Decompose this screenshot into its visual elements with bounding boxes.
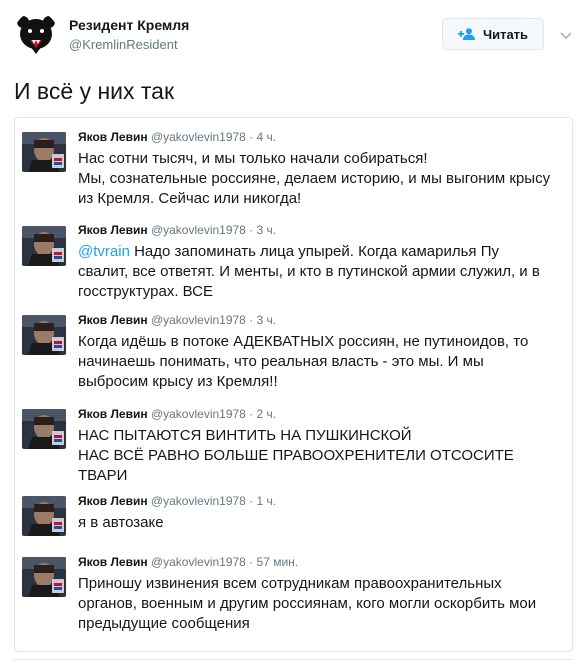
- text-line: Мы, сознательные россияне, делаем истори…: [78, 170, 551, 187]
- quoted-tweet-header: Яков Левин @yakovlevin1978 · 3 ч.: [78, 313, 276, 327]
- text-line: НАС ВСЁ РАВНО БОЛЬШЕ ПРАВООХРЕНИТЕЛИ ОТС…: [78, 447, 514, 464]
- quoted-author-name[interactable]: Яков Левин: [78, 223, 148, 237]
- separator-dot: ·: [249, 555, 254, 569]
- quoted-author-handle[interactable]: @yakovlevin1978: [151, 407, 246, 421]
- quoted-author-name[interactable]: Яков Левин: [78, 555, 148, 569]
- quoted-avatar[interactable]: [22, 315, 66, 355]
- quoted-author-name[interactable]: Яков Левин: [78, 494, 148, 508]
- separator-dot: ·: [249, 407, 254, 421]
- text-fragment: Надо запоминать лица упырей. Когда камар…: [129, 243, 499, 260]
- quoted-author-name[interactable]: Яков Левин: [78, 313, 148, 327]
- text-line: предыдущие сообщения: [78, 615, 250, 632]
- quoted-timestamp[interactable]: 1 ч.: [257, 494, 277, 508]
- quoted-author-name[interactable]: Яков Левин: [78, 407, 148, 421]
- quoted-tweet-text: Приношу извинения всем сотрудникам право…: [78, 574, 563, 634]
- author-name[interactable]: Резидент Кремля: [69, 17, 189, 33]
- quoted-author-handle[interactable]: @yakovlevin1978: [151, 223, 246, 237]
- quoted-avatar[interactable]: [22, 496, 66, 536]
- follow-button[interactable]: Читать: [442, 18, 544, 50]
- quoted-avatar[interactable]: [22, 409, 66, 449]
- quoted-tweet-text: Нас сотни тысяч, и мы только начали соби…: [78, 149, 563, 209]
- quoted-tweets-card[interactable]: Яков Левин @yakovlevin1978 · 4 ч. Нас со…: [14, 117, 573, 652]
- text-line: начинаешь понимать, что реальная власть …: [78, 353, 484, 370]
- text-line: Приношу извинения всем сотрудникам право…: [78, 575, 502, 592]
- quoted-timestamp[interactable]: 2 ч.: [257, 407, 277, 421]
- separator-dot: ·: [249, 130, 254, 144]
- separator-dot: ·: [249, 494, 254, 508]
- quoted-tweet-text: я в автозаке: [78, 513, 563, 533]
- quoted-tweet-header: Яков Левин @yakovlevin1978 · 1 ч.: [78, 494, 276, 508]
- follow-button-label: Читать: [482, 26, 529, 42]
- quoted-timestamp[interactable]: 57 мин.: [257, 555, 299, 569]
- text-line: органов, военным и другим россиянам, ког…: [78, 595, 537, 612]
- separator-dot: ·: [249, 223, 254, 237]
- author-handle[interactable]: @KremlinResident: [69, 37, 178, 52]
- tweet-text: И всё у них так: [14, 78, 175, 104]
- text-line: Когда идёшь в потоке АДЕКВАТНЫХ россиян,…: [78, 333, 529, 350]
- chevron-down-icon[interactable]: [560, 28, 572, 40]
- text-line: ТВАРИ: [78, 467, 128, 484]
- quoted-timestamp[interactable]: 4 ч.: [257, 130, 277, 144]
- text-line: выбросим крысу из Кремля!!: [78, 373, 278, 390]
- text-line: НАС ПЫТАЮТСЯ ВИНТИТЬ НА ПУШКИНСКОЙ: [78, 427, 412, 444]
- text-line: из Кремля. Сейчас или никогда!: [78, 190, 302, 207]
- quoted-author-handle[interactable]: @yakovlevin1978: [151, 494, 246, 508]
- quoted-avatar[interactable]: [22, 557, 66, 597]
- quoted-author-handle[interactable]: @yakovlevin1978: [151, 130, 246, 144]
- quoted-timestamp[interactable]: 3 ч.: [257, 223, 277, 237]
- quoted-author-handle[interactable]: @yakovlevin1978: [151, 555, 246, 569]
- quoted-avatar[interactable]: [22, 132, 66, 172]
- text-line: @tvrain Надо запоминать лица упырей. Ког…: [78, 242, 563, 262]
- quoted-tweet-header: Яков Левин @yakovlevin1978 · 3 ч.: [78, 223, 276, 237]
- quoted-tweet-header: Яков Левин @yakovlevin1978 · 4 ч.: [78, 130, 276, 144]
- quoted-tweet-header: Яков Левин @yakovlevin1978 · 2 ч.: [78, 407, 276, 421]
- quoted-tweet-text: Когда идёшь в потоке АДЕКВАТНЫХ россиян,…: [78, 332, 563, 392]
- quoted-timestamp[interactable]: 3 ч.: [257, 313, 277, 327]
- quoted-author-handle[interactable]: @yakovlevin1978: [151, 313, 246, 327]
- text-line: госструктурах. ВСЕ: [78, 283, 213, 300]
- quoted-avatar[interactable]: [22, 226, 66, 266]
- text-line: свалит, все ответят. И менты, и кто в пу…: [78, 263, 540, 280]
- text-line: Нас сотни тысяч, и мы только начали соби…: [78, 150, 428, 167]
- quoted-tweet-text: @tvrain Надо запоминать лица упырей. Ког…: [78, 242, 563, 302]
- add-user-icon: [457, 28, 476, 40]
- tweet-header: Резидент Кремля @KremlinResident Читать: [0, 0, 581, 62]
- separator-dot: ·: [249, 313, 254, 327]
- quoted-author-name[interactable]: Яков Левин: [78, 130, 148, 144]
- quoted-tweet-header: Яков Левин @yakovlevin1978 · 57 мин.: [78, 555, 298, 569]
- divider: [14, 659, 573, 660]
- mention-link[interactable]: @tvrain: [78, 243, 130, 260]
- text-line: я в автозаке: [78, 514, 164, 531]
- quoted-tweet-text: НАС ПЫТАЮТСЯ ВИНТИТЬ НА ПУШКИНСКОЙ НАС В…: [78, 426, 563, 486]
- author-avatar-bear-icon[interactable]: [14, 12, 58, 56]
